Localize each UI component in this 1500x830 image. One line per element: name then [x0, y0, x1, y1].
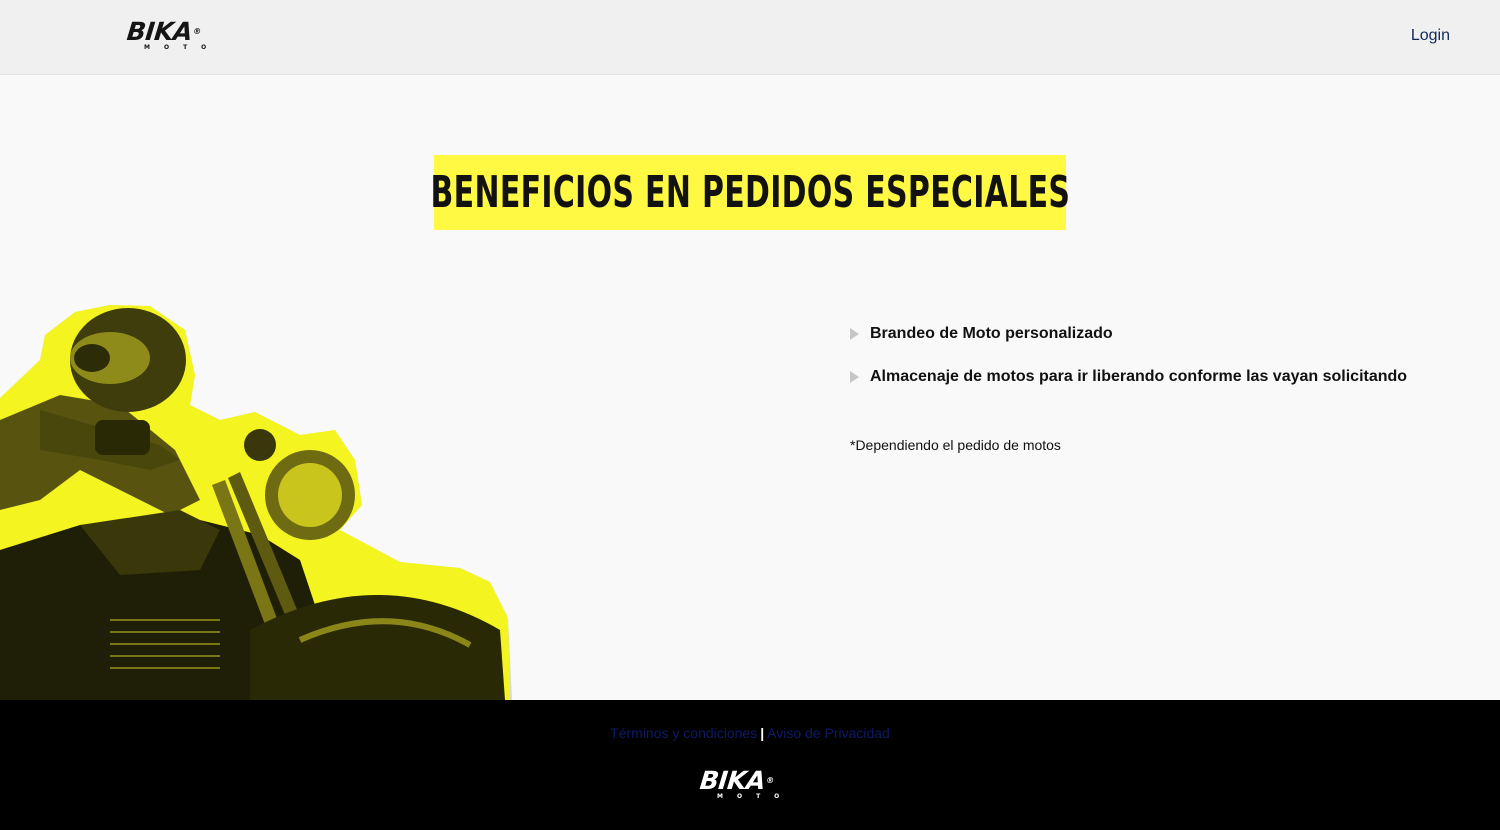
terms-link[interactable]: Términos y condiciones: [610, 725, 757, 741]
benefit-label: Almacenaje de motos para ir liberando co…: [870, 368, 1408, 385]
privacy-link[interactable]: Aviso de Privacidad: [767, 725, 890, 741]
site-header: BIKA® MOTO Login: [0, 0, 1500, 75]
list-item: Brandeo de Moto personalizado: [850, 324, 1410, 343]
login-link[interactable]: Login: [1411, 27, 1450, 45]
list-item: Almacenaje de motos para ir liberando co…: [850, 367, 1410, 386]
footer-links: Términos y condiciones | Aviso de Privacid…: [0, 725, 1500, 741]
triangle-bullet-icon: [850, 328, 859, 340]
title-banner: BENEFICIOS EN PEDIDOS ESPECIALES: [430, 155, 1070, 230]
motorcycle-rider-image: [0, 305, 512, 700]
footer-logo: BIKA® MOTO: [698, 766, 793, 801]
site-footer: Términos y condiciones | Aviso de Privacid…: [0, 700, 1500, 830]
logo-wordmark: BIKA®: [698, 766, 775, 795]
page-title: BENEFICIOS EN PEDIDOS ESPECIALES: [430, 167, 1070, 218]
benefit-label: Brandeo de Moto personalizado: [870, 325, 1113, 342]
brand-logo[interactable]: BIKA® MOTO: [125, 17, 220, 52]
link-separator: |: [760, 725, 765, 741]
benefits-list: Brandeo de Moto personalizado Almacenaje…: [850, 324, 1410, 410]
footnote: *Dependiendo el pedido de motos: [850, 437, 1061, 453]
logo-wordmark: BIKA®: [125, 17, 202, 46]
triangle-bullet-icon: [850, 371, 859, 383]
